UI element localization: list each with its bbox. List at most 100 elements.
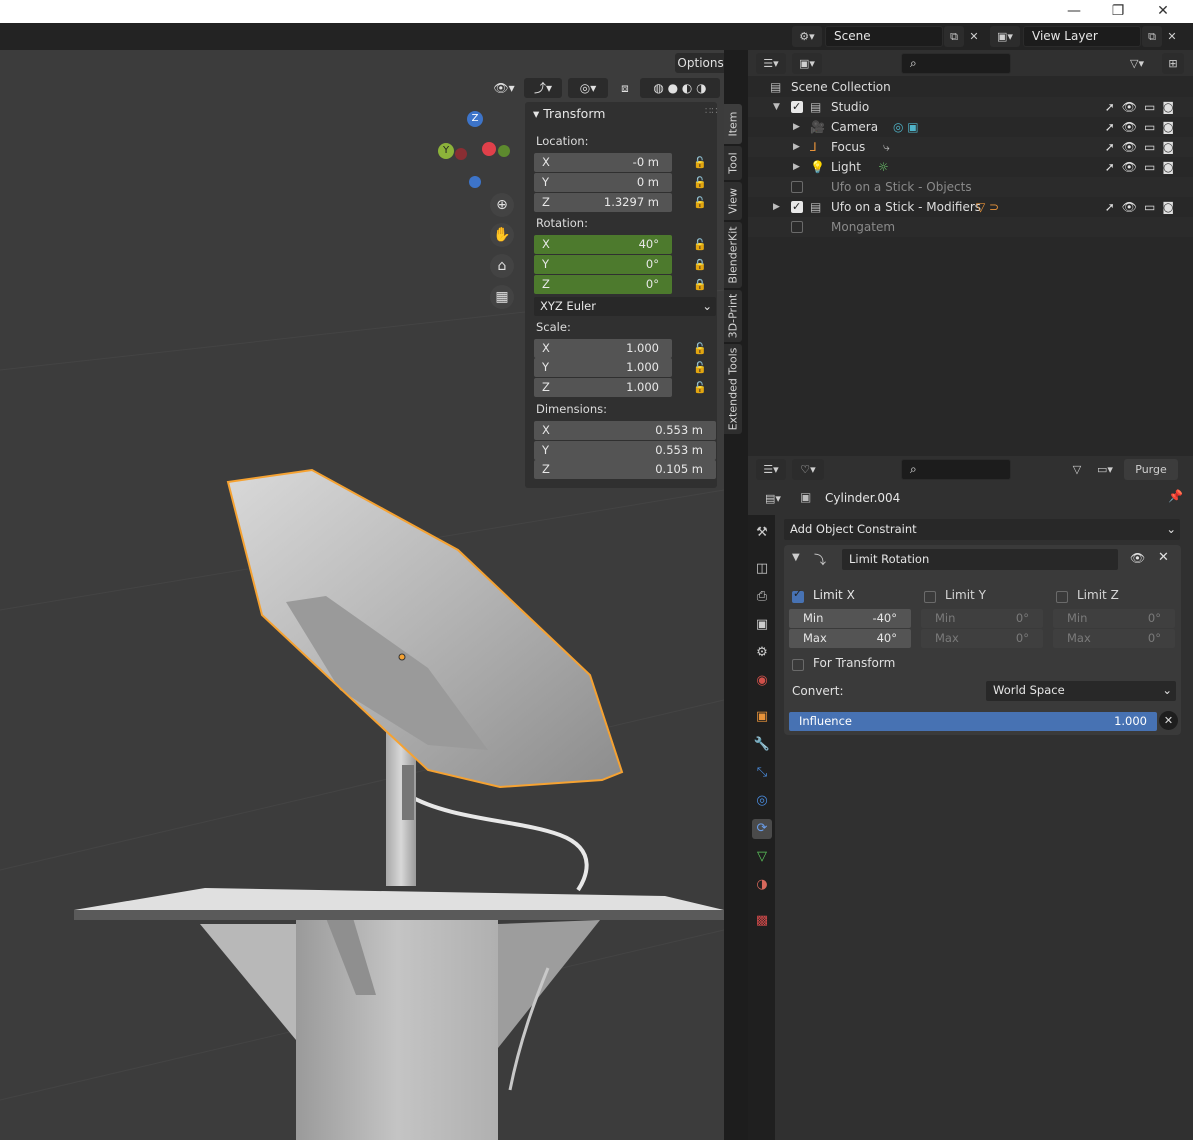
exclude-checkbox[interactable]: [791, 197, 803, 217]
new-scene-icon[interactable]: ⧉: [944, 26, 964, 47]
lock-open-icon[interactable]: 🔓: [692, 361, 708, 375]
lock-closed-icon[interactable]: 🔒: [692, 278, 708, 292]
row-toggle-icons[interactable]: ➚👁▭◙: [1105, 157, 1181, 177]
outliner-row-mongatem[interactable]: Mongatem: [748, 217, 1193, 237]
lock-open-icon[interactable]: 🔓: [692, 196, 708, 210]
drag-handle-icon[interactable]: ∷∷: [705, 106, 718, 117]
expand-triangle-icon[interactable]: ▶: [793, 157, 800, 177]
exclude-checkbox[interactable]: [791, 181, 803, 193]
limit-y-max-field[interactable]: Max 0°: [921, 629, 1043, 648]
filter-icon[interactable]: ▽▾: [1120, 53, 1154, 74]
exclude-checkbox[interactable]: [791, 221, 803, 233]
location-x-field[interactable]: X -0 m: [534, 153, 672, 172]
gizmo-neg-y-axis[interactable]: [498, 145, 510, 157]
view-layer-name-field[interactable]: View Layer: [1023, 26, 1141, 47]
limit-x-checkbox[interactable]: [792, 587, 804, 603]
exclude-checkbox[interactable]: [791, 97, 803, 117]
influence-slider[interactable]: Influence 1.000: [789, 712, 1157, 731]
rotation-x-field[interactable]: X 40°: [534, 235, 672, 254]
physics-tab-icon[interactable]: ◎: [752, 791, 772, 811]
outliner-row-studio[interactable]: ▼ ▤ Studio ➚👁▭◙: [748, 97, 1193, 117]
outliner-search-input[interactable]: ⌕: [901, 53, 1011, 74]
row-toggle-icons[interactable]: ➚👁▭◙: [1105, 137, 1181, 157]
constraint-tab-icon[interactable]: ⟳: [752, 819, 772, 839]
scale-x-field[interactable]: X 1.000: [534, 339, 672, 358]
rotation-mode-dropdown[interactable]: XYZ Euler ⌄: [534, 297, 716, 316]
delete-view-layer-icon[interactable]: ✕: [1163, 26, 1181, 47]
row-toggle-icons[interactable]: ➚👁▭◙: [1105, 197, 1181, 217]
add-object-constraint-dropdown[interactable]: Add Object Constraint ⌄: [784, 519, 1180, 540]
lock-closed-icon[interactable]: 🔒: [692, 258, 708, 272]
limit-z-min-field[interactable]: Min 0°: [1053, 609, 1175, 628]
tab-item[interactable]: Item: [724, 104, 742, 144]
scene-browse-icon[interactable]: ⚙▾: [792, 26, 822, 47]
scene-tab-icon[interactable]: ⚙: [752, 643, 772, 663]
scale-z-field[interactable]: Z 1.000: [534, 378, 672, 397]
modifier-tab-icon[interactable]: 🔧: [752, 735, 772, 755]
purge-button[interactable]: Purge: [1124, 459, 1178, 480]
dimensions-x-field[interactable]: X 0.553 m: [534, 421, 716, 440]
tab-blenderkit[interactable]: BlenderKit: [724, 222, 742, 288]
heart-icon[interactable]: ♡▾: [792, 459, 824, 480]
eye-icon[interactable]: 👁: [1130, 551, 1145, 565]
lock-open-icon[interactable]: 🔓: [692, 156, 708, 170]
location-y-field[interactable]: Y 0 m: [534, 173, 672, 192]
new-collection-icon[interactable]: ⊞: [1162, 53, 1184, 74]
ortho-grid-icon[interactable]: ▦: [490, 285, 514, 309]
location-z-field[interactable]: Z 1.3297 m: [534, 193, 672, 212]
gizmo-y-axis[interactable]: Y: [438, 143, 454, 159]
expand-triangle-icon[interactable]: ▼: [773, 97, 780, 117]
dimensions-z-field[interactable]: Z 0.105 m: [534, 460, 716, 479]
maximize-button[interactable]: ❐: [1106, 2, 1130, 20]
material-tab-icon[interactable]: ◑: [752, 875, 772, 895]
expand-triangle-icon[interactable]: ▶: [793, 117, 800, 137]
display-mode-icon[interactable]: ▣▾: [792, 53, 822, 74]
limit-z-checkbox[interactable]: [1056, 591, 1068, 603]
view-layer-browse-icon[interactable]: ▣▾: [990, 26, 1020, 47]
outliner-row-ufo-modifiers[interactable]: ▶ ▤ Ufo on a Stick - Modifiers ▽ ⊃ ➚👁▭◙: [748, 197, 1193, 217]
pan-hand-icon[interactable]: ✋: [490, 223, 514, 247]
convert-space-dropdown[interactable]: World Space ⌄: [986, 681, 1176, 701]
3d-viewport[interactable]: Options ▾ 👁▾ ⤴▾ ◎▾ ⧈ ◍ ● ◐ ◑ ▾ Z Y ⊕ ✋ ⌂…: [0, 50, 724, 1140]
tab-3d-print[interactable]: 3D-Print: [724, 290, 742, 342]
pin-icon[interactable]: 📌: [1168, 489, 1183, 503]
texture-tab-icon[interactable]: ▩: [752, 911, 772, 931]
output-tab-icon[interactable]: ⎙: [752, 587, 772, 607]
xray-toggle-icon[interactable]: ⧈: [614, 78, 636, 98]
lock-open-icon[interactable]: 🔓: [692, 176, 708, 190]
gizmo-x-axis[interactable]: [482, 142, 496, 156]
render-tab-icon[interactable]: ◫: [752, 559, 772, 579]
object-tab-icon[interactable]: ▣: [752, 707, 772, 727]
row-toggle-icons[interactable]: ➚👁▭◙: [1105, 97, 1181, 117]
zoom-icon[interactable]: ⊕: [490, 193, 514, 217]
outliner-row-camera[interactable]: ▶ 🎥 Camera ◎ ▣ ➚👁▭◙: [748, 117, 1193, 137]
scale-y-field[interactable]: Y 1.000: [534, 358, 672, 377]
gizmo-toggle-icon[interactable]: ⤴▾: [524, 78, 562, 98]
camera-view-icon[interactable]: ⌂: [490, 254, 514, 278]
limit-y-checkbox[interactable]: [924, 591, 936, 603]
gizmo-neg-x-axis[interactable]: [455, 148, 467, 160]
view-layer-tab-icon[interactable]: ▣: [752, 615, 772, 635]
lock-open-icon[interactable]: 🔓: [692, 238, 708, 252]
minimize-button[interactable]: —: [1062, 2, 1086, 20]
close-icon[interactable]: ✕: [1158, 550, 1169, 565]
limit-z-max-field[interactable]: Max 0°: [1053, 629, 1175, 648]
editor-type-icon[interactable]: ☰▾: [756, 459, 786, 480]
close-window-button[interactable]: ✕: [1151, 2, 1175, 20]
scene-name-field[interactable]: Scene: [825, 26, 943, 47]
shading-dropdown-icon[interactable]: ▾: [720, 78, 725, 98]
outliner-row-scene-collection[interactable]: ▤ Scene Collection: [748, 77, 1193, 97]
filter-options-icon[interactable]: ▭▾: [1090, 459, 1120, 480]
overlay-toggle-icon[interactable]: ◎▾: [568, 78, 608, 98]
row-toggle-icons[interactable]: ➚👁▭◙: [1105, 117, 1181, 137]
tab-tool[interactable]: Tool: [724, 146, 742, 180]
editor-type-icon[interactable]: ☰▾: [756, 53, 786, 74]
outliner-row-light[interactable]: ▶ 💡 Light ☼ ➚👁▭◙: [748, 157, 1193, 177]
new-view-layer-icon[interactable]: ⧉: [1142, 26, 1162, 47]
gizmo-neg-z-axis[interactable]: [469, 176, 481, 188]
options-dropdown[interactable]: Options ▾: [675, 53, 724, 73]
filter-icon[interactable]: ▽: [1066, 459, 1088, 480]
object-type-icon[interactable]: ▤▾: [758, 488, 788, 509]
properties-search-input[interactable]: ⌕: [901, 459, 1011, 480]
data-tab-icon[interactable]: ▽: [752, 847, 772, 867]
